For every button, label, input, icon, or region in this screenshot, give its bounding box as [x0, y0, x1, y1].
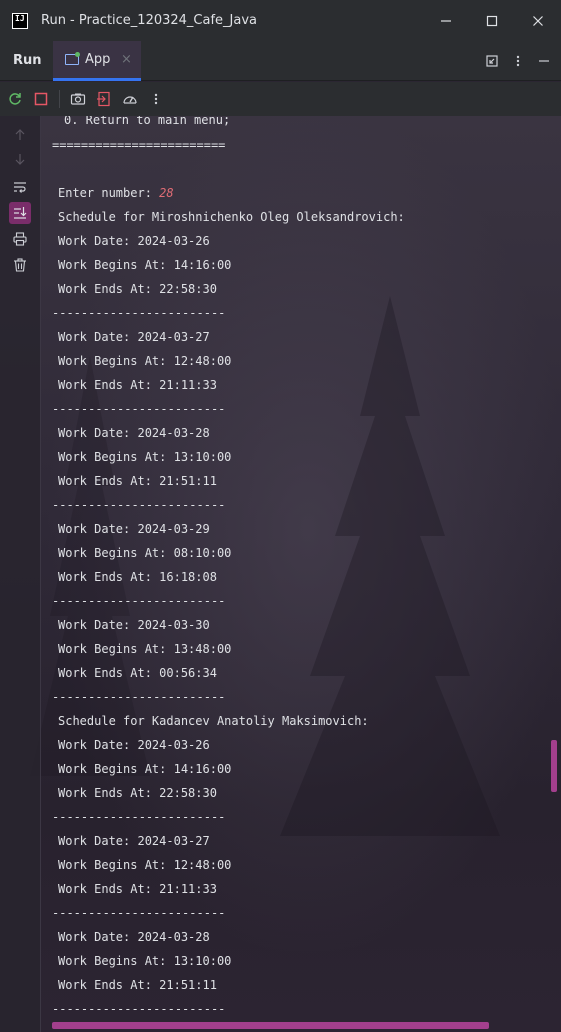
clear-all-button[interactable]	[9, 254, 31, 276]
minimize-icon	[539, 60, 549, 62]
scroll-to-end-icon	[14, 207, 27, 219]
tab-app[interactable]: App ×	[53, 41, 141, 81]
console-line: Work Date: 2024-03-28	[58, 930, 210, 944]
options-menu-button[interactable]	[505, 41, 531, 81]
stop-icon	[34, 92, 48, 106]
console-line: Work Date: 2024-03-27	[58, 834, 210, 848]
console-line: Work Ends At: 21:11:33	[58, 882, 217, 896]
console-line: ------------------------	[52, 1002, 226, 1016]
console-line: Enter number: 28	[58, 186, 174, 200]
maximize-icon	[486, 15, 498, 26]
console-panel: 0. Return to main menu; ================…	[0, 116, 561, 1032]
console-line: Work Begins At: 14:16:00	[58, 258, 232, 272]
soft-wrap-icon	[14, 182, 26, 193]
console-line: Work Ends At: 21:51:11	[58, 978, 217, 992]
tab-close-icon[interactable]: ×	[121, 52, 132, 67]
arrow-down-icon	[15, 154, 25, 165]
console-line: Work Begins At: 08:10:00	[58, 546, 232, 560]
window-title: Run - Practice_120324_Cafe_Java	[41, 13, 258, 28]
console-line: Work Ends At: 22:58:30	[58, 786, 217, 800]
window-title-bar: IJ Run - Practice_120324_Cafe_Java	[0, 0, 561, 41]
rerun-button[interactable]	[2, 86, 28, 112]
console-line: Work Begins At: 13:10:00	[58, 450, 232, 464]
profiler-button[interactable]	[117, 86, 143, 112]
exit-button[interactable]	[91, 86, 117, 112]
run-tool-window-header: Run App ×	[0, 41, 561, 81]
rerun-icon	[9, 93, 21, 105]
console-line: ------------------------	[52, 498, 226, 512]
vertical-scrollbar[interactable]	[551, 740, 557, 792]
console-line: ========================	[52, 138, 226, 152]
console-line: Work Begins At: 12:48:00	[58, 858, 232, 872]
exit-icon	[97, 91, 110, 107]
close-button[interactable]	[515, 0, 561, 41]
restore-layout-button[interactable]	[479, 41, 505, 81]
hide-tool-window-button[interactable]	[531, 41, 557, 81]
gauge-icon	[123, 96, 137, 104]
console-side-toolbar	[0, 116, 41, 1032]
more-actions-button[interactable]	[143, 86, 169, 112]
console-line: Work Date: 2024-03-26	[58, 738, 210, 752]
console-line: Work Ends At: 00:56:34	[58, 666, 217, 680]
tool-window-title: Run	[13, 53, 42, 68]
close-icon	[533, 15, 543, 26]
scroll-up-button[interactable]	[9, 124, 31, 146]
minimize-icon	[441, 19, 451, 22]
console-prompt: Enter number:	[58, 186, 160, 200]
console-line: Work Ends At: 22:58:30	[58, 282, 217, 296]
console-line: Work Begins At: 14:16:00	[58, 762, 232, 776]
console-line: Work Date: 2024-03-30	[58, 618, 210, 632]
console-line: Work Date: 2024-03-28	[58, 426, 210, 440]
console-line: Work Ends At: 21:51:11	[58, 474, 217, 488]
run-toolbar	[0, 82, 561, 116]
console-line: ------------------------	[52, 402, 226, 416]
console-line: ------------------------	[52, 810, 226, 824]
print-icon	[13, 232, 27, 246]
arrow-up-icon	[15, 129, 25, 140]
scroll-down-button[interactable]	[9, 148, 31, 170]
console-line: 0. Return to main menu;	[64, 116, 231, 127]
console-line: ------------------------	[52, 690, 226, 704]
minimize-button[interactable]	[423, 0, 469, 41]
background-forest-image	[280, 296, 500, 836]
console-line: Work Ends At: 21:11:33	[58, 378, 217, 392]
console-line: Schedule for Miroshnichenko Oleg Oleksan…	[58, 210, 405, 224]
intellij-logo-icon: IJ	[12, 12, 28, 29]
toolbar-separator	[59, 90, 60, 108]
console-line: Schedule for Kadancev Anatoliy Maksimovi…	[58, 714, 369, 728]
maximize-button[interactable]	[469, 0, 515, 41]
running-indicator-icon	[75, 52, 80, 57]
console-line: Work Date: 2024-03-26	[58, 234, 210, 248]
console-line: Work Begins At: 13:48:00	[58, 642, 232, 656]
console-line: ------------------------	[52, 906, 226, 920]
tab-app-label: App	[85, 52, 111, 67]
more-vertical-icon	[516, 55, 520, 67]
user-input-number: 28	[159, 186, 174, 200]
soft-wrap-button[interactable]	[9, 176, 31, 198]
stop-button[interactable]	[28, 86, 54, 112]
trash-icon	[14, 258, 26, 272]
console-line: Work Begins At: 13:10:00	[58, 954, 232, 968]
console-line: Work Begins At: 12:48:00	[58, 354, 232, 368]
camera-icon	[70, 93, 86, 105]
restore-window-icon	[486, 55, 498, 67]
console-line: ------------------------	[52, 306, 226, 320]
more-vertical-icon	[154, 93, 158, 105]
console-line: ------------------------	[52, 594, 226, 608]
print-button[interactable]	[9, 228, 31, 250]
console-line: Work Ends At: 16:18:08	[58, 570, 217, 584]
console-line: Work Date: 2024-03-27	[58, 330, 210, 344]
scroll-to-end-button[interactable]	[9, 202, 31, 224]
thread-dump-button[interactable]	[65, 86, 91, 112]
console-line: Work Date: 2024-03-29	[58, 522, 210, 536]
horizontal-scrollbar[interactable]	[52, 1022, 489, 1029]
